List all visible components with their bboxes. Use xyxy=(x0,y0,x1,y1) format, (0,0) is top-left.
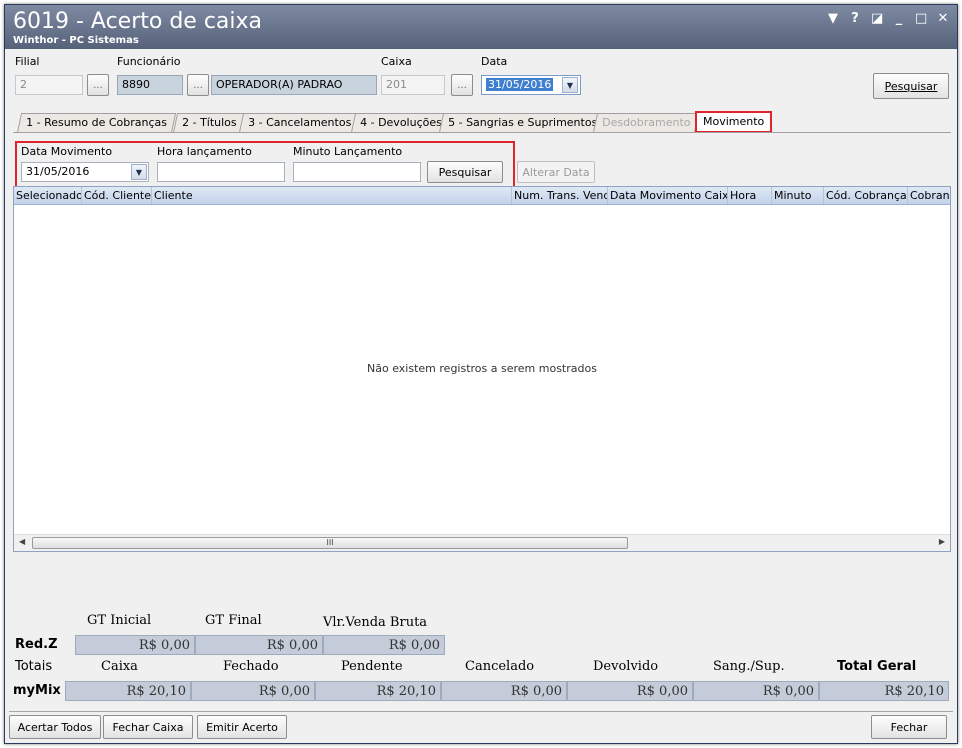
caixa-label: Caixa xyxy=(381,55,412,68)
data-value: 31/05/2016 xyxy=(486,78,554,91)
mymix-caixa-value: R$ 20,10 xyxy=(65,681,191,701)
hora-lancamento-field[interactable] xyxy=(157,162,285,182)
tab-desdobramento: Desdobramento xyxy=(592,113,700,133)
grid-header: Selecionado Cód. Cliente Cliente Num. Tr… xyxy=(14,187,950,205)
caixa-lookup-button[interactable]: ... xyxy=(451,74,473,96)
gt-final-header: GT Final xyxy=(205,613,262,628)
col-data-movimento-caixa[interactable]: Data Movimento Caixa xyxy=(608,187,728,204)
caixa-header: Caixa xyxy=(101,659,138,674)
filial-field[interactable]: 2 xyxy=(15,75,83,95)
hora-lancamento-label: Hora lançamento xyxy=(157,145,252,158)
tab-label: 3 - Cancelamentos xyxy=(248,116,352,129)
data-movimento-field[interactable]: 31/05/2016 xyxy=(21,162,149,182)
minuto-lancamento-label: Minuto Lançamento xyxy=(293,145,403,158)
scroll-right-icon[interactable]: ▶ xyxy=(939,537,945,546)
mymix-devolvido-value: R$ 0,00 xyxy=(567,681,693,701)
window-controls: ▼ ? ◪ _ □ ✕ xyxy=(827,11,949,26)
grid-empty-message: Não existem registros a serem mostrados xyxy=(367,362,597,375)
header-pesquisar-label: Pesquisar xyxy=(884,79,938,93)
tab-label: Movimento xyxy=(703,115,765,128)
fechar-label: Fechar xyxy=(890,720,928,734)
tab-label: Desdobramento xyxy=(602,116,691,129)
sang-sup-header: Sang./Sup. xyxy=(713,659,785,674)
col-selecionado[interactable]: Selecionado xyxy=(14,187,82,204)
gt-inicial-header: GT Inicial xyxy=(87,613,152,628)
filial-lookup-button[interactable]: ... xyxy=(87,74,109,96)
tab-resumo-cobrancas[interactable]: 1 - Resumo de Cobranças xyxy=(16,113,177,133)
fechar-button[interactable]: Fechar xyxy=(871,715,947,739)
fechar-caixa-label: Fechar Caixa xyxy=(112,720,184,734)
mymix-label: myMix xyxy=(13,683,61,698)
maximize-icon[interactable]: □ xyxy=(915,11,927,26)
mymix-sang-sup-value: R$ 0,00 xyxy=(693,681,819,701)
grid-horizontal-scrollbar[interactable]: ◀ III ▶ xyxy=(14,534,950,551)
tab-label: 4 - Devoluções xyxy=(360,116,442,129)
scroll-left-icon[interactable]: ◀ xyxy=(19,537,25,546)
title-bar: 6019 - Acerto de caixa Winthor - PC Sist… xyxy=(5,5,957,49)
total-geral-header: Total Geral xyxy=(837,659,917,674)
vlr-venda-bruta-header: Vlr.Venda Bruta xyxy=(323,615,428,630)
cancelado-header: Cancelado xyxy=(465,659,535,674)
mymix-pendente-value: R$ 20,10 xyxy=(315,681,441,701)
tab-label: 1 - Resumo de Cobranças xyxy=(26,116,168,129)
mymix-cancelado-value: R$ 0,00 xyxy=(441,681,567,701)
app-window: 6019 - Acerto de caixa Winthor - PC Sist… xyxy=(4,4,958,744)
alterar-data-button: Alterar Data xyxy=(517,161,595,183)
help-icon[interactable]: ? xyxy=(849,11,861,26)
fechado-header: Fechado xyxy=(223,659,279,674)
scroll-thumb[interactable]: III xyxy=(32,537,628,549)
col-cod-cliente[interactable]: Cód. Cliente xyxy=(82,187,152,204)
col-cobranca[interactable]: Cobrança xyxy=(908,187,950,204)
tab-strip: 1 - Resumo de Cobranças 2 - Títulos 3 - … xyxy=(13,111,951,133)
funcionario-code-field[interactable]: 8890 xyxy=(117,75,183,95)
restore-icon[interactable]: ◪ xyxy=(871,11,883,26)
acertar-todos-button[interactable]: Acertar Todos xyxy=(9,715,101,739)
redz-label: Red.Z xyxy=(15,637,58,652)
header-pesquisar-button[interactable]: Pesquisar xyxy=(873,73,949,99)
redz-vlr-venda-bruta-value: R$ 0,00 xyxy=(323,635,445,655)
data-dropdown-icon[interactable]: ▼ xyxy=(562,77,578,93)
col-num-trans-vend[interactable]: Num. Trans. Vend xyxy=(512,187,608,204)
data-movimento-label: Data Movimento xyxy=(21,145,113,158)
emitir-acerto-button[interactable]: Emitir Acerto xyxy=(197,715,287,739)
tab-label: 2 - Títulos xyxy=(182,116,237,129)
redz-gt-final-value: R$ 0,00 xyxy=(195,635,323,655)
filter-pesquisar-button[interactable]: Pesquisar xyxy=(427,161,503,183)
funcionario-lookup-button[interactable]: ... xyxy=(187,74,209,96)
col-cod-cobranca[interactable]: Cód. Cobrança xyxy=(824,187,908,204)
pendente-header: Pendente xyxy=(341,659,403,674)
mymix-total-geral-value: R$ 20,10 xyxy=(819,681,949,701)
funcionario-name-field: OPERADOR(A) PADRAO xyxy=(211,75,377,95)
totais-label: Totais xyxy=(15,659,53,674)
fechar-caixa-button[interactable]: Fechar Caixa xyxy=(103,715,193,739)
tab-titulos[interactable]: 2 - Títulos xyxy=(172,113,246,133)
window-title: 6019 - Acerto de caixa xyxy=(13,9,263,34)
tab-devolucoes[interactable]: 4 - Devoluções xyxy=(350,113,451,133)
menu-arrow-icon[interactable]: ▼ xyxy=(827,11,839,26)
acertar-todos-label: Acertar Todos xyxy=(17,720,93,734)
data-movimento-dropdown-icon[interactable]: ▼ xyxy=(131,164,147,180)
col-hora[interactable]: Hora xyxy=(728,187,772,204)
col-minuto[interactable]: Minuto xyxy=(772,187,824,204)
movimento-grid: Selecionado Cód. Cliente Cliente Num. Tr… xyxy=(13,186,951,552)
col-cliente[interactable]: Cliente xyxy=(152,187,512,204)
devolvido-header: Devolvido xyxy=(593,659,659,674)
tab-sangrias-suprimentos[interactable]: 5 - Sangrias e Suprimentos xyxy=(438,113,607,133)
emitir-acerto-label: Emitir Acerto xyxy=(206,720,278,734)
tab-movimento[interactable]: Movimento xyxy=(695,111,773,133)
redz-gt-inicial-value: R$ 0,00 xyxy=(75,635,195,655)
minuto-lancamento-field[interactable] xyxy=(293,162,421,182)
tab-label: 5 - Sangrias e Suprimentos xyxy=(448,116,598,129)
close-icon[interactable]: ✕ xyxy=(937,11,949,26)
caixa-field[interactable]: 201 xyxy=(381,75,445,95)
data-label: Data xyxy=(481,55,508,68)
footer-divider xyxy=(9,711,953,712)
tab-panel-border xyxy=(13,132,951,133)
window-subtitle: Winthor - PC Sistemas xyxy=(13,35,139,46)
minimize-icon[interactable]: _ xyxy=(893,11,905,26)
funcionario-label: Funcionário xyxy=(117,55,181,68)
mymix-fechado-value: R$ 0,00 xyxy=(191,681,315,701)
filial-label: Filial xyxy=(15,55,40,68)
tab-cancelamentos[interactable]: 3 - Cancelamentos xyxy=(238,113,361,133)
